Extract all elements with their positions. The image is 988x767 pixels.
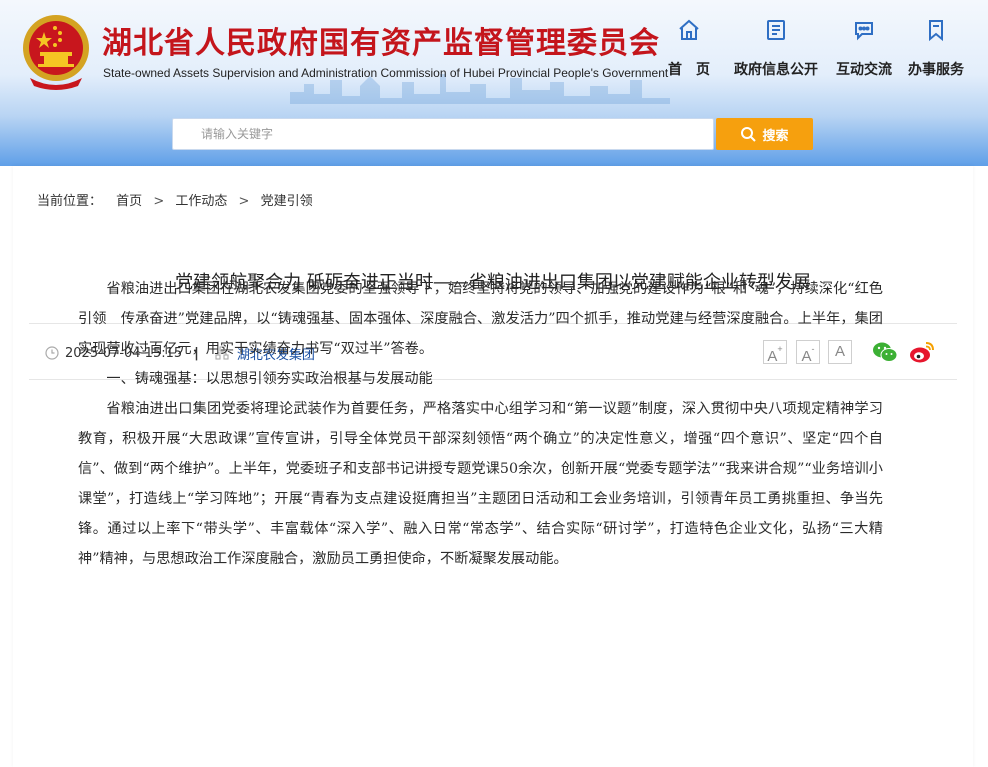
main-nav: 首 页 政府信息公开 互动交流 办事服务 <box>660 18 978 82</box>
national-emblem-logo <box>23 15 89 90</box>
nav-label: 办事服务 <box>908 61 964 77</box>
clock-icon <box>45 346 59 360</box>
search-button[interactable]: 搜索 <box>716 118 813 150</box>
breadcrumb-item-work-news[interactable]: 工作动态 <box>175 190 227 209</box>
article-body: 省粮油进出口集团在湖北农发集团党委的坚强领导下，始终坚持将党的领导、加强党的建设… <box>78 274 883 574</box>
weibo-icon[interactable] <box>909 340 935 364</box>
article-section-heading: 一、铸魂强基：以思想引领夯实政治根基与发展动能 <box>106 371 433 387</box>
breadcrumb-separator: > <box>238 194 250 209</box>
document-icon <box>767 20 785 40</box>
bookmark-icon <box>929 20 943 42</box>
nav-item-gov-info[interactable]: 政府信息公开 <box>732 18 820 82</box>
article-paragraph: 省粮油进出口集团在湖北农发集团党委的坚强领导下，始终坚持将党的领导、加强党的建设… <box>78 281 883 357</box>
chat-bubble-icon <box>855 22 873 41</box>
breadcrumb: 当前位置： 首页 > 工作动态 > 党建引领 <box>37 190 313 209</box>
site-title: 湖北省人民政府国有资产监督管理委员会 <box>102 26 660 61</box>
nav-item-home[interactable]: 首 页 <box>668 18 710 82</box>
breadcrumb-item-home[interactable]: 首页 <box>116 190 142 209</box>
nav-label: 政府信息公开 <box>734 61 818 77</box>
breadcrumb-lead: 当前位置： <box>37 194 103 209</box>
article-paragraph: 省粮油进出口集团党委将理论武装作为首要任务，严格落实中心组学习和“第一议题”制度… <box>78 401 883 567</box>
search-icon <box>741 127 757 142</box>
breadcrumb-separator: > <box>153 194 165 209</box>
site-subtitle: State-owned Assets Supervision and Admin… <box>103 66 669 80</box>
breadcrumb-item-party-building[interactable]: 党建引领 <box>261 190 313 209</box>
search-button-label: 搜索 <box>762 128 789 144</box>
nav-item-interaction[interactable]: 互动交流 <box>834 18 894 82</box>
search-input[interactable]: 请输入关键字 <box>172 118 714 150</box>
nav-label: 首 页 <box>668 61 710 77</box>
nav-item-services[interactable]: 办事服务 <box>906 18 966 82</box>
nav-label: 互动交流 <box>836 61 892 77</box>
home-icon <box>679 19 699 40</box>
